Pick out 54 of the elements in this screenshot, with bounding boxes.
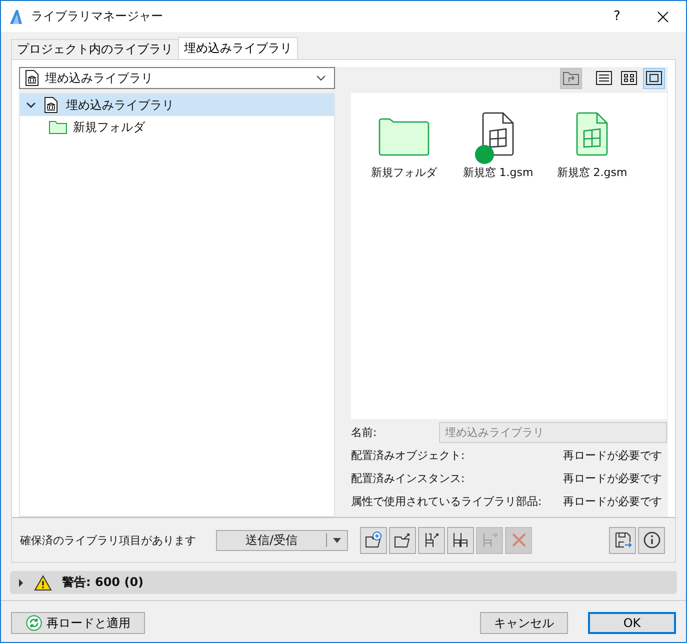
info-icon	[642, 531, 660, 549]
tab[interactable]: プロジェクト内のライブラリ	[11, 39, 179, 59]
list-view-icon	[596, 71, 612, 85]
detail-label: 配置済みオブジェクト:	[351, 448, 465, 463]
app-logo-icon	[9, 8, 23, 24]
tree-item[interactable]: 新規フォルダ	[20, 116, 334, 138]
grid-view-icon	[621, 71, 637, 85]
ok-button[interactable]: OK	[588, 612, 676, 634]
caret-right-icon	[18, 578, 24, 586]
warning-bar[interactable]: 警告: 600 (0)	[10, 571, 677, 594]
close-icon	[657, 10, 669, 22]
help-button[interactable]: ?	[594, 2, 640, 32]
library-item[interactable]: 新規窓 2.gsm	[545, 107, 639, 180]
refresh-icon	[26, 615, 42, 631]
folder-up-icon	[563, 71, 579, 85]
large-icon-view-icon	[646, 71, 662, 85]
detail-value: 再ロードが必要です	[563, 448, 662, 463]
toolbar-button[interactable]	[609, 526, 636, 554]
library-file-icon	[25, 70, 39, 86]
folder-export-icon	[394, 531, 412, 549]
library-file-icon	[44, 97, 58, 113]
toolbar-button[interactable]	[447, 526, 474, 554]
toolbar-button[interactable]	[638, 526, 665, 554]
detail-label: 配置済みインスタンス:	[351, 471, 465, 486]
dropdown-arrow-icon	[333, 538, 341, 542]
toolbar-button[interactable]	[360, 526, 387, 554]
tab[interactable]: 埋め込みライブラリ	[178, 37, 298, 59]
toolbar-button[interactable]	[418, 526, 445, 554]
chair-move-icon	[480, 531, 498, 549]
detail-value: 再ロードが必要です	[563, 471, 662, 486]
detail-label: 属性で使用されているライブラリ部品:	[351, 494, 542, 509]
window-title: ライブラリマネージャー	[31, 8, 163, 25]
warning-icon	[34, 574, 52, 590]
reload-apply-button[interactable]: 再ロードと適用	[11, 612, 145, 634]
send-receive-button[interactable]: 送信/受信	[216, 530, 348, 550]
detail-value: 再ロードが必要です	[563, 494, 662, 509]
delete-icon	[510, 532, 526, 548]
folder-add-icon	[364, 531, 382, 549]
field-label: 名前:	[351, 425, 377, 440]
view-mode-button[interactable]	[643, 68, 665, 88]
warning-text: 警告: 600 (0)	[62, 574, 144, 591]
library-item[interactable]: 新規フォルダ	[357, 107, 451, 180]
status-text: 確保済のライブラリ項目があります	[20, 532, 196, 548]
chevron-down-icon	[316, 75, 326, 81]
chair-export-icon	[422, 531, 440, 549]
cancel-button[interactable]: キャンセル	[480, 612, 568, 634]
library-dropdown[interactable]: 埋め込みライブラリ	[19, 67, 335, 89]
chairs-icon	[452, 531, 470, 549]
library-item[interactable]: 新規窓 1.gsm	[451, 107, 545, 180]
toolbar-button[interactable]	[389, 526, 416, 554]
tree-item[interactable]: 埋め込みライブラリ	[20, 94, 334, 116]
folder-icon	[49, 120, 67, 134]
chevron-down-icon	[26, 100, 36, 110]
save-icon	[614, 531, 632, 549]
